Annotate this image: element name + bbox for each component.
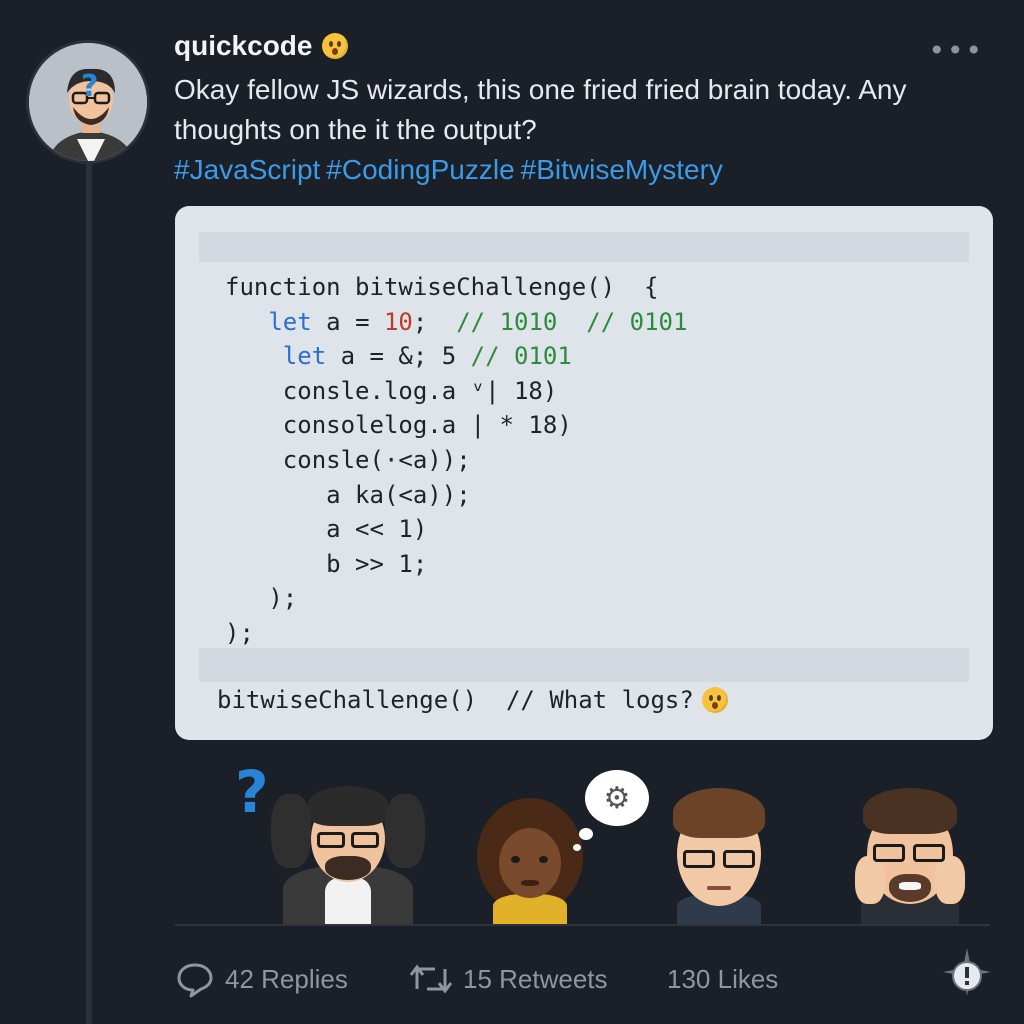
alert-badge-icon-svg (943, 948, 991, 996)
gears-icon: ⚙ (585, 770, 649, 826)
code-token: b >> 1; (326, 549, 428, 578)
code-snippet-card[interactable]: function bitwiseChallenge() { let a = 10… (175, 206, 993, 740)
action-bar: 42 Replies 15 Retweets 130 Likes (175, 948, 991, 1006)
code-block: function bitwiseChallenge() { let a = 10… (225, 270, 687, 651)
astonished-face-emoji (322, 33, 349, 59)
code-line: a ka(<a)); (225, 478, 687, 513)
astonished-face-emoji (701, 687, 728, 713)
more-horizontal-icon[interactable]: ••• (928, 34, 984, 67)
code-footer: bitwiseChallenge() // What logs? (217, 686, 728, 714)
thought-bubble-dot (573, 844, 581, 851)
code-token: // 0101 (470, 342, 572, 371)
code-token: a ka(<a)); (326, 480, 471, 509)
code-token: let (282, 342, 327, 371)
code-line: consle(·<a)); (225, 443, 687, 478)
retweets-count: 15 Retweets (463, 963, 608, 994)
likes-button[interactable]: 130 Likes (667, 964, 778, 995)
code-token: a << 1) (326, 515, 428, 544)
code-token: 10 (383, 307, 413, 336)
code-token: consle(·<a)); (282, 445, 471, 474)
hashtag-javascript[interactable]: #JavaScript (174, 154, 320, 185)
code-token: ); (268, 584, 298, 613)
code-line: let a = 10; // 1010 // 0101 (225, 305, 687, 340)
thinking-woman-character (475, 794, 585, 924)
hashtag-bitwisemystery[interactable]: #BitwiseMystery (521, 154, 723, 185)
hashtag-codingpuzzle[interactable]: #CodingPuzzle (326, 154, 514, 185)
post-text: Okay fellow JS wizards, this one fried f… (174, 74, 907, 145)
code-band-top (199, 232, 969, 262)
thought-bubble-dot (579, 828, 593, 840)
code-token: a = (311, 307, 384, 336)
code-line: ); (225, 581, 687, 616)
divider (175, 924, 990, 926)
retweet-icon (409, 964, 453, 994)
hashtags: #JavaScript #CodingPuzzle #BitwiseMystery (174, 150, 984, 190)
code-line: ); (225, 616, 687, 651)
code-band-bottom (199, 648, 969, 682)
code-token: a = &; 5 (326, 342, 471, 371)
confused-man-character (263, 774, 433, 924)
code-token: let (268, 307, 312, 336)
worried-man-character (855, 782, 965, 924)
code-token: consle.log.a ᵛ| 18) (282, 376, 558, 405)
code-token: consolelog.a | * 18) (282, 411, 572, 440)
code-line: b >> 1; (225, 547, 687, 582)
code-token: // 1010 // 0101 (456, 307, 688, 336)
avatar[interactable]: ? (26, 40, 150, 164)
skeptical-man-character (669, 782, 769, 924)
code-line: consolelog.a | * 18) (225, 408, 687, 443)
username-row: quickcode (174, 30, 984, 62)
reaction-characters: ? ⚙ (175, 756, 993, 924)
retweets-button[interactable]: 15 Retweets (409, 959, 608, 999)
post-header: quickcode ••• Okay fellow JS wizards, th… (174, 30, 984, 190)
alert-badge-icon[interactable] (939, 946, 995, 1002)
username[interactable]: quickcode (174, 30, 312, 62)
code-token: ; (412, 307, 457, 336)
reply-icon (177, 963, 213, 998)
replies-button[interactable]: 42 Replies (175, 959, 348, 999)
question-mark-icon: ? (81, 69, 99, 104)
code-token: function bitwiseChallenge() { (225, 273, 659, 301)
code-line: let a = &; 5 // 0101 (225, 339, 687, 374)
code-line: function bitwiseChallenge() { (225, 270, 687, 305)
code-footer-text: bitwiseChallenge() // What logs? (217, 686, 694, 714)
code-token: ); (225, 618, 254, 647)
likes-count: 130 Likes (667, 963, 779, 994)
code-line: a << 1) (225, 512, 687, 547)
replies-count: 42 Replies (225, 963, 348, 994)
thread-line (86, 150, 92, 1024)
code-line: consle.log.a ᵛ| 18) (225, 374, 687, 409)
